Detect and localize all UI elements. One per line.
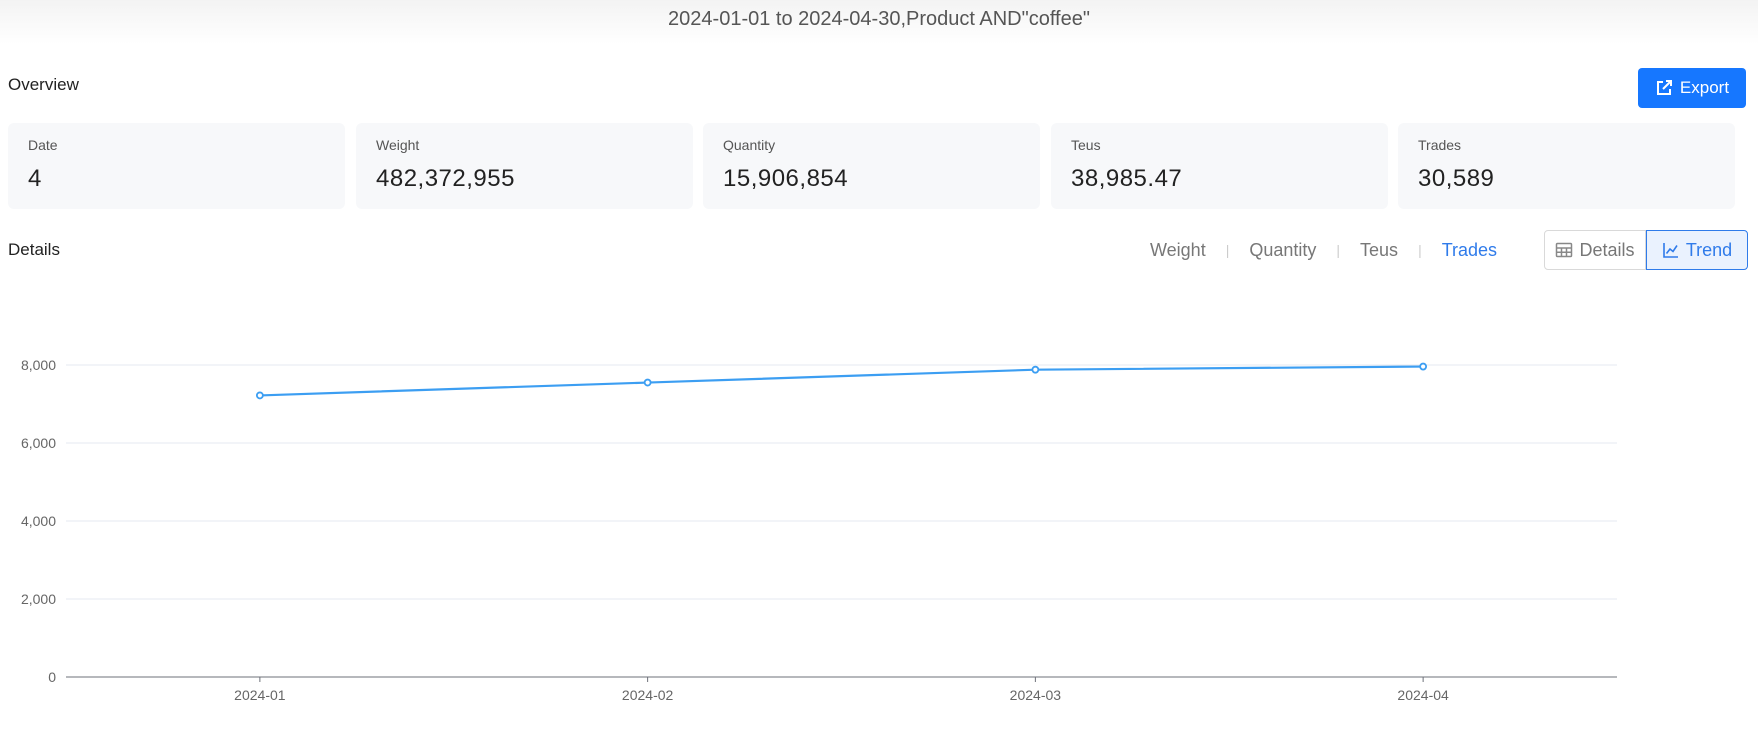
details-title: Details [8,240,60,259]
x-tick-label: 2024-02 [622,687,674,703]
query-title: 2024-01-01 to 2024-04-30,Product AND"cof… [668,8,1090,30]
tab-trades[interactable]: Trades [1442,240,1497,261]
x-tick-label: 2024-01 [234,687,286,703]
tab-divider: | [1336,242,1341,258]
overview-card-weight: Weight 482,372,955 [356,123,693,209]
overview-card-trades: Trades 30,589 [1398,123,1735,209]
card-value: 30,589 [1418,165,1495,192]
card-label: Weight [376,137,420,153]
y-tick-label: 4,000 [21,513,56,529]
overview-title: Overview [8,75,79,94]
card-label: Date [28,137,58,153]
trend-view-button[interactable]: Trend [1646,230,1748,270]
details-view-button[interactable]: Details [1544,230,1646,270]
card-label: Teus [1071,137,1101,153]
overview-card-date: Date 4 [8,123,345,209]
card-value: 38,985.47 [1071,165,1183,192]
overview-card-teus: Teus 38,985.47 [1051,123,1388,209]
overview-card-quantity: Quantity 15,906,854 [703,123,1040,209]
y-tick-label: 8,000 [21,357,56,373]
details-view-label: Details [1579,239,1635,260]
export-button[interactable]: Export [1638,68,1746,108]
series-line-trades [259,365,1424,397]
card-label: Trades [1418,137,1462,153]
y-tick-label: 2,000 [21,591,56,607]
data-point [1031,365,1040,374]
card-value: 4 [28,165,42,192]
data-point [643,378,652,387]
table-icon [1555,241,1573,259]
tab-divider: | [1418,242,1422,258]
trend-view-label: Trend [1685,239,1733,260]
trades-trend-chart: 0 2,000 4,000 6,000 8,000 2024-01 2024-02 2024-… [21,357,1617,703]
tab-divider: | [1225,242,1230,258]
export-icon [1655,79,1673,97]
tab-teus[interactable]: Teus [1360,240,1398,261]
line-chart-icon [1662,241,1680,259]
view-toggle: Details Trend [1544,230,1748,270]
data-point [1419,362,1428,371]
tab-weight[interactable]: Weight [1150,240,1206,261]
tab-quantity[interactable]: Quantity [1249,240,1316,261]
card-value: 15,906,854 [723,165,849,192]
y-tick-label: 6,000 [21,435,56,451]
x-tick-label: 2024-03 [1010,687,1062,703]
export-label: Export [1679,78,1730,97]
metric-tabs: Weight | Quantity | Teus | Trades [1150,238,1497,262]
card-value: 482,372,955 [376,165,515,192]
card-label: Quantity [723,137,776,153]
y-tick-label: 0 [48,669,56,685]
data-point [255,391,264,400]
x-tick-label: 2024-04 [1397,687,1449,703]
